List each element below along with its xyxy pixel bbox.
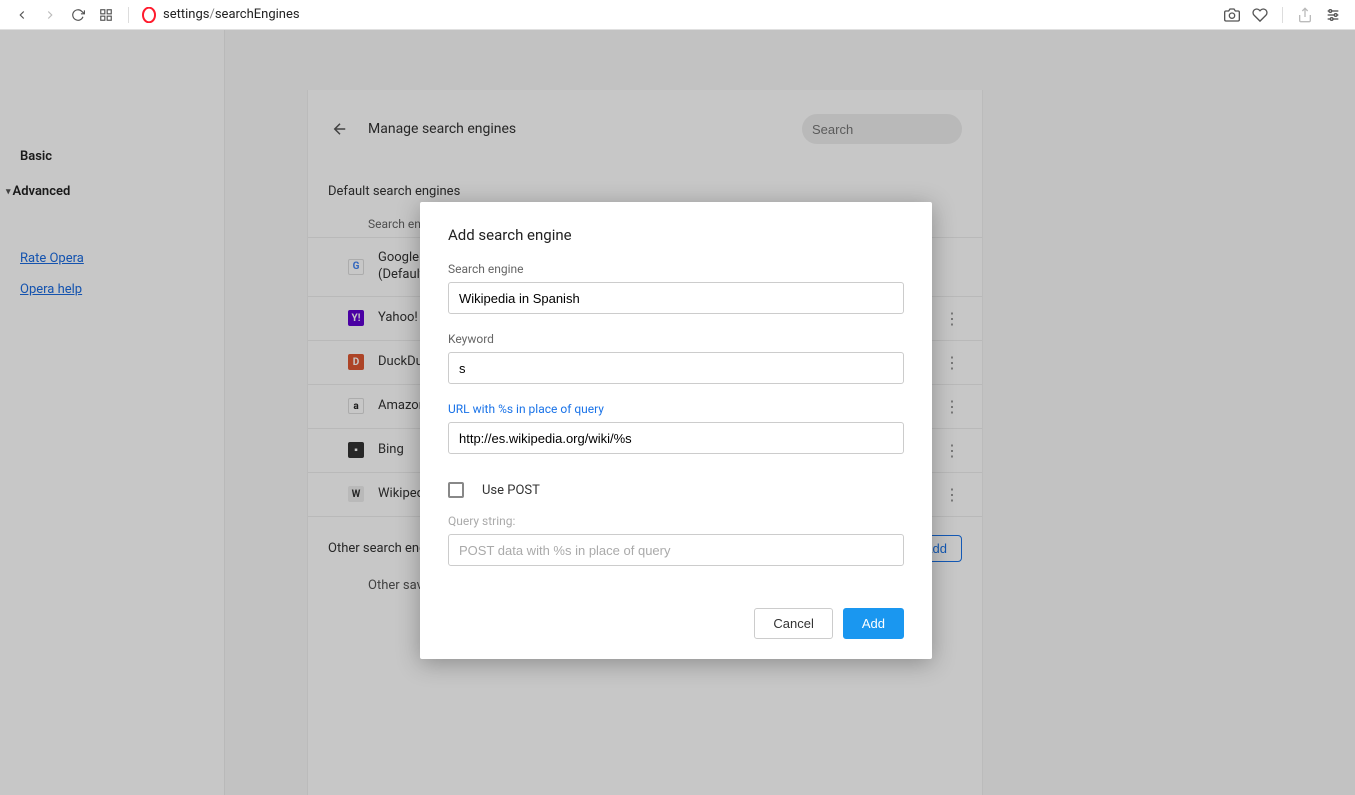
forward-icon: [40, 5, 60, 25]
query-input: [448, 534, 904, 566]
apps-icon[interactable]: [96, 5, 116, 25]
name-label: Search engine: [448, 262, 904, 276]
query-label: Query string:: [448, 514, 904, 528]
use-post-label: Use POST: [482, 483, 540, 498]
heart-icon[interactable]: [1250, 5, 1270, 25]
url-label: URL with %s in place of query: [448, 402, 904, 416]
dialog-title: Add search engine: [448, 226, 904, 244]
name-input[interactable]: [448, 282, 904, 314]
share-icon: [1295, 5, 1315, 25]
settings-icon[interactable]: [1323, 5, 1343, 25]
add-confirm-button[interactable]: Add: [843, 608, 904, 639]
opera-favicon: [141, 7, 157, 23]
toolbar-separator: [1282, 7, 1283, 23]
reload-icon[interactable]: [68, 5, 88, 25]
address-pre: settings: [163, 7, 209, 22]
address-post: searchEngines: [215, 7, 300, 22]
use-post-checkbox[interactable]: [448, 482, 464, 498]
browser-toolbar: settings/searchEngines: [0, 0, 1355, 30]
keyword-label: Keyword: [448, 332, 904, 346]
back-icon[interactable]: [12, 5, 32, 25]
cancel-button[interactable]: Cancel: [754, 608, 832, 639]
url-input[interactable]: [448, 422, 904, 454]
camera-icon[interactable]: [1222, 5, 1242, 25]
address-bar-text[interactable]: settings/searchEngines: [163, 7, 300, 22]
add-search-engine-dialog: Add search engine Search engine Keyword …: [420, 202, 932, 659]
keyword-input[interactable]: [448, 352, 904, 384]
toolbar-separator: [128, 7, 129, 23]
